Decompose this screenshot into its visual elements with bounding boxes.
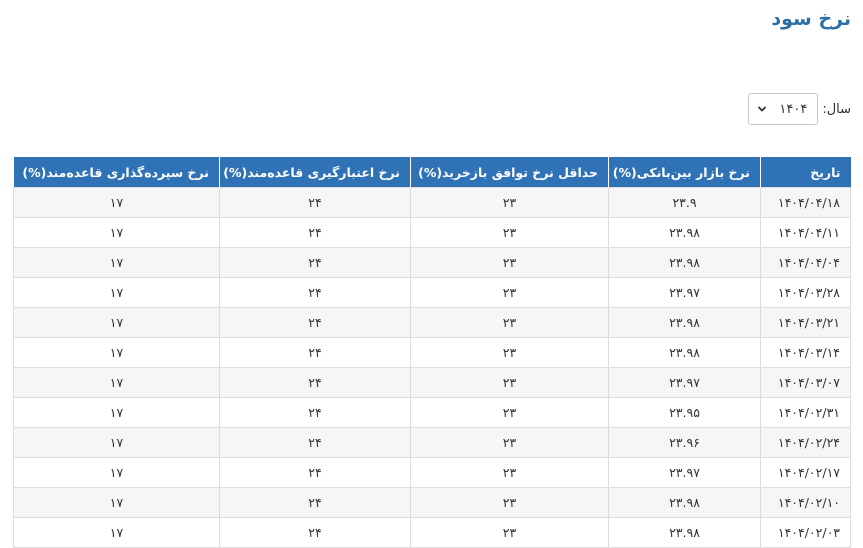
column-header-credit-rate[interactable]: نرخ اعتبارگیری قاعده‌مند(%) bbox=[219, 157, 411, 188]
credit-cell: ۲۴ bbox=[219, 307, 411, 338]
column-header-min-repo-rate[interactable]: حداقل نرخ توافق بازخرید(%) bbox=[410, 157, 609, 188]
interbank-cell: ۲۳.۹۶ bbox=[608, 427, 761, 458]
year-label: سال: bbox=[822, 101, 851, 117]
min-repo-cell: ۲۳ bbox=[410, 457, 609, 488]
date-cell: ۱۴۰۴/۰۲/۱۰ bbox=[760, 487, 851, 518]
table-row: ۱۴۰۴/۰۴/۱۱ ۲۳.۹۸ ۲۳ ۲۴ ۱۷ bbox=[13, 217, 851, 248]
table-row: ۱۴۰۴/۰۴/۰۴ ۲۳.۹۸ ۲۳ ۲۴ ۱۷ bbox=[13, 247, 851, 278]
date-cell: ۱۴۰۴/۰۲/۱۷ bbox=[760, 457, 851, 488]
date-cell: ۱۴۰۴/۰۲/۲۴ bbox=[760, 427, 851, 458]
year-select[interactable]: ۱۴۰۴ bbox=[748, 93, 819, 125]
chevron-down-icon bbox=[758, 106, 767, 112]
deposit-cell: ۱۷ bbox=[13, 397, 220, 428]
interbank-cell: ۲۳.۹ bbox=[608, 187, 761, 218]
credit-cell: ۲۴ bbox=[219, 487, 411, 518]
deposit-cell: ۱۷ bbox=[13, 367, 220, 398]
interbank-cell: ۲۳.۹۸ bbox=[608, 247, 761, 278]
min-repo-cell: ۲۳ bbox=[410, 277, 609, 308]
table-row: ۱۴۰۴/۰۲/۱۷ ۲۳.۹۷ ۲۳ ۲۴ ۱۷ bbox=[13, 457, 851, 488]
interest-rates-table: تاریخ نرخ بازار بین‌بانکی(%) حداقل نرخ ت… bbox=[13, 157, 851, 548]
credit-cell: ۲۴ bbox=[219, 217, 411, 248]
deposit-cell: ۱۷ bbox=[13, 427, 220, 458]
deposit-cell: ۱۷ bbox=[13, 217, 220, 248]
min-repo-cell: ۲۳ bbox=[410, 337, 609, 368]
year-filter: سال: ۱۴۰۴ bbox=[748, 93, 851, 125]
deposit-cell: ۱۷ bbox=[13, 517, 220, 548]
date-cell: ۱۴۰۴/۰۳/۲۱ bbox=[760, 307, 851, 338]
min-repo-cell: ۲۳ bbox=[410, 217, 609, 248]
date-cell: ۱۴۰۴/۰۳/۲۸ bbox=[760, 277, 851, 308]
credit-cell: ۲۴ bbox=[219, 457, 411, 488]
min-repo-cell: ۲۳ bbox=[410, 367, 609, 398]
credit-cell: ۲۴ bbox=[219, 247, 411, 278]
interbank-cell: ۲۳.۹۷ bbox=[608, 457, 761, 488]
credit-cell: ۲۴ bbox=[219, 517, 411, 548]
table-body: ۱۴۰۴/۰۴/۱۸ ۲۳.۹ ۲۳ ۲۴ ۱۷ ۱۴۰۴/۰۴/۱۱ ۲۳.۹۸ ۲۳ ۲۴ ۱… bbox=[13, 187, 851, 548]
deposit-cell: ۱۷ bbox=[13, 487, 220, 518]
date-cell: ۱۴۰۴/۰۲/۰۳ bbox=[760, 517, 851, 548]
page-title: نرخ سود bbox=[771, 8, 851, 30]
credit-cell: ۲۴ bbox=[219, 397, 411, 428]
deposit-cell: ۱۷ bbox=[13, 457, 220, 488]
table-row: ۱۴۰۴/۰۳/۲۱ ۲۳.۹۸ ۲۳ ۲۴ ۱۷ bbox=[13, 307, 851, 338]
table-row: ۱۴۰۴/۰۳/۰۷ ۲۳.۹۷ ۲۳ ۲۴ ۱۷ bbox=[13, 367, 851, 398]
table-row: ۱۴۰۴/۰۲/۲۴ ۲۳.۹۶ ۲۳ ۲۴ ۱۷ bbox=[13, 427, 851, 458]
min-repo-cell: ۲۳ bbox=[410, 187, 609, 218]
deposit-cell: ۱۷ bbox=[13, 247, 220, 278]
interbank-cell: ۲۳.۹۷ bbox=[608, 367, 761, 398]
interbank-cell: ۲۳.۹۸ bbox=[608, 307, 761, 338]
min-repo-cell: ۲۳ bbox=[410, 427, 609, 458]
column-header-date[interactable]: تاریخ bbox=[760, 157, 851, 188]
date-cell: ۱۴۰۴/۰۴/۰۴ bbox=[760, 247, 851, 278]
deposit-cell: ۱۷ bbox=[13, 187, 220, 218]
min-repo-cell: ۲۳ bbox=[410, 397, 609, 428]
min-repo-cell: ۲۳ bbox=[410, 487, 609, 518]
date-cell: ۱۴۰۴/۰۳/۱۴ bbox=[760, 337, 851, 368]
table-row: ۱۴۰۴/۰۴/۱۸ ۲۳.۹ ۲۳ ۲۴ ۱۷ bbox=[13, 187, 851, 218]
date-cell: ۱۴۰۴/۰۳/۰۷ bbox=[760, 367, 851, 398]
column-header-interbank-rate[interactable]: نرخ بازار بین‌بانکی(%) bbox=[608, 157, 761, 188]
deposit-cell: ۱۷ bbox=[13, 277, 220, 308]
interbank-cell: ۲۳.۹۵ bbox=[608, 397, 761, 428]
min-repo-cell: ۲۳ bbox=[410, 307, 609, 338]
table-row: ۱۴۰۴/۰۳/۲۸ ۲۳.۹۷ ۲۳ ۲۴ ۱۷ bbox=[13, 277, 851, 308]
credit-cell: ۲۴ bbox=[219, 277, 411, 308]
date-cell: ۱۴۰۴/۰۲/۳۱ bbox=[760, 397, 851, 428]
interbank-cell: ۲۳.۹۸ bbox=[608, 337, 761, 368]
table-row: ۱۴۰۴/۰۳/۱۴ ۲۳.۹۸ ۲۳ ۲۴ ۱۷ bbox=[13, 337, 851, 368]
interbank-cell: ۲۳.۹۸ bbox=[608, 217, 761, 248]
deposit-cell: ۱۷ bbox=[13, 337, 220, 368]
table-row: ۱۴۰۴/۰۲/۰۳ ۲۳.۹۸ ۲۳ ۲۴ ۱۷ bbox=[13, 517, 851, 548]
table-header-row: تاریخ نرخ بازار بین‌بانکی(%) حداقل نرخ ت… bbox=[13, 157, 851, 188]
credit-cell: ۲۴ bbox=[219, 427, 411, 458]
credit-cell: ۲۴ bbox=[219, 187, 411, 218]
deposit-cell: ۱۷ bbox=[13, 307, 220, 338]
min-repo-cell: ۲۳ bbox=[410, 517, 609, 548]
table-row: ۱۴۰۴/۰۲/۱۰ ۲۳.۹۸ ۲۳ ۲۴ ۱۷ bbox=[13, 487, 851, 518]
column-header-deposit-rate[interactable]: نرخ سپرده‌گذاری قاعده‌مند(%) bbox=[13, 157, 220, 188]
year-select-value: ۱۴۰۴ bbox=[779, 101, 808, 117]
date-cell: ۱۴۰۴/۰۴/۱۱ bbox=[760, 217, 851, 248]
interbank-cell: ۲۳.۹۸ bbox=[608, 517, 761, 548]
min-repo-cell: ۲۳ bbox=[410, 247, 609, 278]
table-row: ۱۴۰۴/۰۲/۳۱ ۲۳.۹۵ ۲۳ ۲۴ ۱۷ bbox=[13, 397, 851, 428]
credit-cell: ۲۴ bbox=[219, 337, 411, 368]
interbank-cell: ۲۳.۹۸ bbox=[608, 487, 761, 518]
date-cell: ۱۴۰۴/۰۴/۱۸ bbox=[760, 187, 851, 218]
interbank-cell: ۲۳.۹۷ bbox=[608, 277, 761, 308]
credit-cell: ۲۴ bbox=[219, 367, 411, 398]
